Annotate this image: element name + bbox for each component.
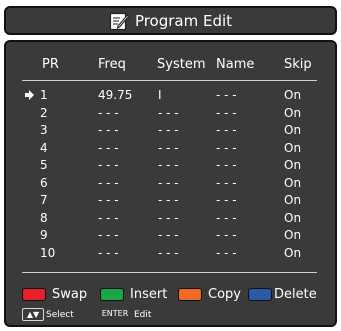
row-cell-name: - - -	[216, 175, 237, 190]
orange-key-swatch	[178, 288, 202, 301]
program-row[interactable]: 2 - - - - - - - - - On	[6, 106, 335, 120]
row-cell-name: - - -	[216, 88, 237, 102]
row-cell-freq: - - -	[98, 140, 119, 155]
row-cell-name: - - -	[216, 245, 237, 260]
enter-key-label: ENTER	[101, 309, 129, 318]
row-cell-name: - - -	[216, 140, 237, 155]
row-cell-system: - - -	[158, 105, 179, 120]
row-cell-freq: - - -	[98, 228, 119, 242]
row-cell-skip: On	[284, 123, 302, 137]
row-cell-pr: 7	[40, 193, 48, 207]
edit-hint: Edit	[134, 310, 152, 320]
column-header-skip: Skip	[284, 57, 312, 72]
row-cell-freq: - - -	[98, 175, 119, 190]
header-divider	[22, 80, 317, 81]
program-row[interactable]: 3 - - - - - - - - - On	[6, 123, 335, 137]
edit-icon	[109, 12, 129, 30]
row-cell-freq: - - -	[98, 193, 119, 207]
title-bar: Program Edit	[4, 6, 337, 35]
row-cell-pr: 9	[40, 228, 48, 242]
blue-key-swatch	[248, 288, 272, 301]
row-cell-freq: - - -	[98, 245, 119, 260]
color-key-legend: Swap Insert Copy Delete	[22, 287, 322, 303]
row-cell-freq: - - -	[98, 105, 119, 120]
column-header-pr: PR	[42, 57, 59, 72]
footer-divider	[22, 272, 317, 273]
row-cell-skip: On	[284, 105, 302, 120]
program-row[interactable]: 1 49.75 I - - - On	[6, 88, 335, 102]
row-cell-system: - - -	[158, 140, 179, 155]
row-cell-system: - - -	[158, 245, 179, 260]
page-title: Program Edit	[134, 11, 233, 30]
row-cell-pr: 8	[40, 210, 48, 225]
row-cell-pr: 2	[40, 105, 48, 120]
row-cell-system: - - -	[158, 158, 179, 172]
row-cell-system: - - -	[158, 228, 179, 242]
row-cell-freq: - - -	[98, 123, 119, 137]
delete-label: Delete	[274, 287, 317, 302]
program-row[interactable]: 7 - - - - - - - - - On	[6, 193, 335, 207]
row-cell-system: I	[158, 88, 162, 102]
row-cell-name: - - -	[216, 193, 237, 207]
row-cell-system: - - -	[158, 175, 179, 190]
row-cell-pr: 6	[40, 175, 48, 190]
arrow-keys-icon: ▲▼	[22, 308, 44, 321]
row-cell-freq: - - -	[98, 158, 119, 172]
row-cell-system: - - -	[158, 210, 179, 225]
column-header-system: System	[157, 57, 206, 72]
row-cell-name: - - -	[216, 123, 237, 137]
row-cell-skip: On	[284, 245, 302, 260]
copy-label: Copy	[208, 287, 241, 302]
program-row[interactable]: 8 - - - - - - - - - On	[6, 211, 335, 225]
program-row[interactable]: 5 - - - - - - - - - On	[6, 158, 335, 172]
row-cell-freq: 49.75	[98, 88, 133, 102]
row-cell-freq: - - -	[98, 210, 119, 225]
program-row[interactable]: 10 - - - - - - - - - On	[6, 246, 335, 260]
program-row[interactable]: 9 - - - - - - - - - On	[6, 228, 335, 242]
row-cell-skip: On	[284, 88, 302, 102]
row-cell-system: - - -	[158, 193, 179, 207]
program-row[interactable]: 6 - - - - - - - - - On	[6, 176, 335, 190]
row-cell-skip: On	[284, 193, 302, 207]
swap-label: Swap	[52, 287, 88, 302]
select-hint: Select	[46, 310, 74, 320]
row-cell-name: - - -	[216, 228, 237, 242]
column-header-name: Name	[216, 57, 255, 72]
row-cell-name: - - -	[216, 105, 237, 120]
green-key-swatch	[100, 288, 124, 301]
row-cell-pr: 5	[40, 158, 48, 172]
column-header-freq: Freq	[98, 57, 126, 72]
table-header: PR Freq System Name Skip	[6, 58, 335, 72]
row-cell-skip: On	[284, 158, 302, 172]
row-cell-skip: On	[284, 175, 302, 190]
row-cell-pr: 10	[40, 245, 56, 260]
row-cell-system: - - -	[158, 123, 179, 137]
row-cell-name: - - -	[216, 158, 237, 172]
row-cell-pr: 3	[40, 123, 48, 137]
row-cell-skip: On	[284, 228, 302, 242]
row-cell-skip: On	[284, 140, 302, 155]
program-row[interactable]: 4 - - - - - - - - - On	[6, 141, 335, 155]
program-list-panel: PR Freq System Name Skip 1 49.75 I - - - On 2…	[4, 40, 337, 327]
selection-arrow-icon	[25, 90, 34, 100]
row-cell-skip: On	[284, 210, 302, 225]
row-cell-pr: 4	[40, 140, 48, 155]
row-cell-name: - - -	[216, 210, 237, 225]
red-key-swatch	[22, 288, 46, 301]
insert-label: Insert	[130, 287, 168, 302]
row-cell-pr: 1	[40, 88, 48, 102]
